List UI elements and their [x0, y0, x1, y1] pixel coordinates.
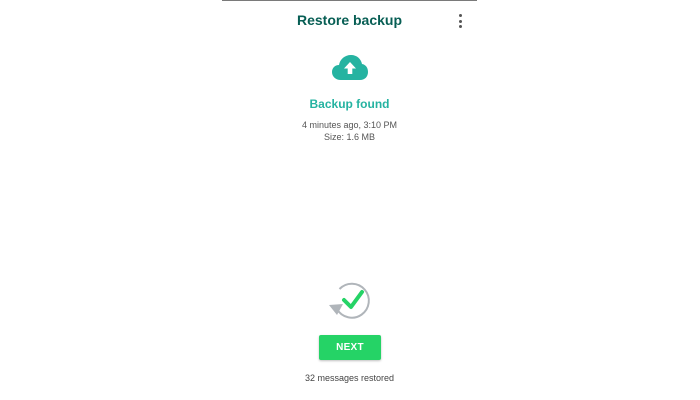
next-button[interactable]: NEXT [319, 335, 381, 360]
backup-time: 4 minutes ago, 3:10 PM [301, 120, 398, 130]
more-vert-icon[interactable] [454, 12, 468, 30]
restore-check-icon [329, 282, 370, 319]
backup-size: Size: 1.6 MB [323, 132, 376, 142]
restore-backup-screen: Restore backup Backup found 4 minutes ag… [222, 0, 477, 400]
backup-status: Backup found [309, 97, 390, 111]
cloud-upload-icon [332, 55, 368, 80]
page-title: Restore backup [296, 12, 403, 28]
restore-message: 32 messages restored [304, 373, 395, 383]
app-bar: Restore backup [222, 0, 477, 42]
